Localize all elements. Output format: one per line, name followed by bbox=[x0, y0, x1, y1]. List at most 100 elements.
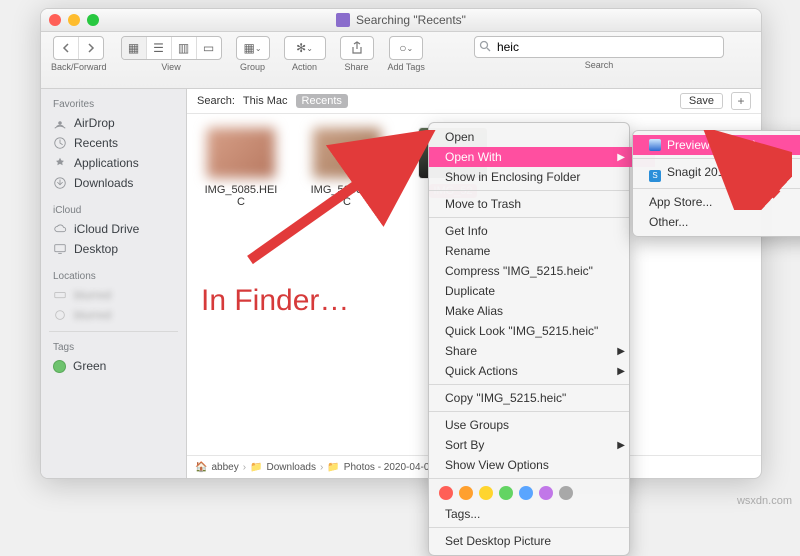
file-thumbnail bbox=[207, 128, 275, 178]
path-downloads[interactable]: Downloads bbox=[267, 462, 316, 473]
chevron-right-icon: ▶ bbox=[617, 152, 625, 163]
submenu-preview[interactable]: Preview (default) bbox=[633, 135, 800, 155]
separator bbox=[429, 190, 629, 191]
sidebar-item-recents[interactable]: Recents bbox=[41, 133, 186, 153]
menu-get-info[interactable]: Get Info bbox=[429, 221, 655, 241]
share-button[interactable] bbox=[340, 36, 374, 60]
separator bbox=[429, 527, 629, 528]
menu-share[interactable]: Share▶ bbox=[429, 341, 655, 361]
toolbar: Back/Forward ▦ ☰ ▥ ▭ View ▦⌄ Group ✻⌄ Ac… bbox=[41, 32, 761, 89]
action-group: ✻⌄ Action bbox=[284, 36, 326, 72]
menu-view-options[interactable]: Show View Options bbox=[429, 455, 655, 475]
separator bbox=[429, 411, 629, 412]
home-icon[interactable]: 🏠 bbox=[195, 462, 207, 473]
tag-color-option[interactable] bbox=[559, 486, 573, 500]
nav-group: Back/Forward bbox=[51, 36, 107, 72]
chevron-right-icon: › bbox=[243, 462, 246, 473]
scope-recents[interactable]: Recents bbox=[296, 94, 348, 108]
tag-color-option[interactable] bbox=[439, 486, 453, 500]
menu-open-with[interactable]: Open With▶ bbox=[429, 147, 655, 167]
menu-tags[interactable]: Tags... bbox=[429, 504, 655, 524]
menu-quicklook[interactable]: Quick Look "IMG_5215.heic" bbox=[429, 321, 655, 341]
folder-icon: 📁 bbox=[327, 462, 339, 473]
search-group: Search bbox=[447, 36, 751, 70]
search-input[interactable] bbox=[474, 36, 724, 58]
sidebar-item-location-1[interactable]: blurred bbox=[41, 285, 186, 305]
snagit-app-icon: S bbox=[649, 170, 661, 182]
share-group: Share bbox=[340, 36, 374, 72]
sidebar-item-applications[interactable]: Applications bbox=[41, 153, 186, 173]
group-label: Group bbox=[240, 62, 265, 72]
context-menu: Open Open With▶ Show in Enclosing Folder… bbox=[428, 122, 630, 556]
column-view-button[interactable]: ▥ bbox=[172, 37, 197, 59]
group-button[interactable]: ▦⌄ bbox=[236, 36, 270, 60]
scope-this-mac[interactable]: This Mac bbox=[243, 95, 288, 107]
menu-compress[interactable]: Compress "IMG_5215.heic" bbox=[429, 261, 655, 281]
add-criteria-button[interactable]: + bbox=[731, 92, 751, 110]
annotation-text: In Finder… bbox=[201, 284, 349, 318]
separator bbox=[429, 217, 629, 218]
forward-button[interactable] bbox=[79, 37, 103, 59]
file-name: IMG_5086.HEIC bbox=[307, 184, 387, 208]
watermark: wsxdn.com bbox=[737, 495, 792, 507]
menu-copy[interactable]: Copy "IMG_5215.heic" bbox=[429, 388, 655, 408]
tag-color-option[interactable] bbox=[519, 486, 533, 500]
window-title-text: Searching "Recents" bbox=[356, 13, 466, 27]
menu-use-groups[interactable]: Use Groups bbox=[429, 415, 655, 435]
sidebar-item-location-2[interactable]: blurred bbox=[41, 305, 186, 325]
icon-view-button[interactable]: ▦ bbox=[122, 37, 147, 59]
sidebar-item-airdrop[interactable]: AirDrop bbox=[41, 113, 186, 133]
tag-color-option[interactable] bbox=[499, 486, 513, 500]
menu-quick-actions[interactable]: Quick Actions▶ bbox=[429, 361, 655, 381]
gallery-view-button[interactable]: ▭ bbox=[197, 37, 221, 59]
sidebar-item-desktop[interactable]: Desktop bbox=[41, 239, 186, 259]
tag-color-option[interactable] bbox=[459, 486, 473, 500]
submenu-snagit[interactable]: SSnagit 2018 bbox=[633, 162, 800, 185]
menu-trash[interactable]: Move to Trash bbox=[429, 194, 655, 214]
separator bbox=[429, 384, 629, 385]
menu-show-in-folder[interactable]: Show in Enclosing Folder bbox=[429, 167, 655, 187]
desktop-label: Desktop bbox=[74, 242, 118, 256]
file-item[interactable]: IMG_5085.HEIC bbox=[201, 128, 281, 208]
sidebar-item-tag-green[interactable]: Green bbox=[41, 356, 186, 376]
submenu-other[interactable]: Other... bbox=[633, 212, 800, 232]
separator bbox=[633, 188, 800, 189]
divider bbox=[49, 331, 178, 332]
tags-button[interactable]: ○⌄ bbox=[389, 36, 423, 60]
chevron-right-icon: ▶ bbox=[617, 366, 625, 377]
sidebar-item-downloads[interactable]: Downloads bbox=[41, 173, 186, 193]
action-button[interactable]: ✻⌄ bbox=[284, 36, 326, 60]
view-buttons[interactable]: ▦ ☰ ▥ ▭ bbox=[121, 36, 222, 60]
menu-duplicate[interactable]: Duplicate bbox=[429, 281, 655, 301]
tag-color-option[interactable] bbox=[539, 486, 553, 500]
menu-rename[interactable]: Rename bbox=[429, 241, 655, 261]
file-item[interactable]: IMG_5086.HEIC bbox=[307, 128, 387, 208]
back-forward-buttons[interactable] bbox=[53, 36, 104, 60]
menu-open[interactable]: Open bbox=[429, 127, 655, 147]
menu-set-desktop[interactable]: Set Desktop Picture bbox=[429, 531, 655, 551]
tag-color-option[interactable] bbox=[479, 486, 493, 500]
submenu-app-store[interactable]: App Store... bbox=[633, 192, 800, 212]
search-label: Search: bbox=[197, 95, 235, 107]
search-label: Search bbox=[585, 60, 614, 70]
location2-label: blurred bbox=[74, 308, 111, 322]
save-search-button[interactable]: Save bbox=[680, 93, 723, 109]
view-label: View bbox=[161, 62, 180, 72]
chevron-right-icon: ▶ bbox=[617, 440, 625, 451]
sidebar-item-icloud-drive[interactable]: iCloud Drive bbox=[41, 219, 186, 239]
path-photos[interactable]: Photos - 2020-04-0 bbox=[344, 462, 430, 473]
action-label: Action bbox=[292, 62, 317, 72]
locations-heading: Locations bbox=[41, 267, 186, 285]
file-thumbnail bbox=[313, 128, 381, 178]
icloud-drive-label: iCloud Drive bbox=[74, 222, 139, 236]
list-view-button[interactable]: ☰ bbox=[147, 37, 172, 59]
window-title: Searching "Recents" bbox=[41, 13, 761, 27]
path-user[interactable]: abbey bbox=[211, 462, 238, 473]
recents-label: Recents bbox=[74, 136, 118, 150]
location1-label: blurred bbox=[74, 288, 111, 302]
menu-alias[interactable]: Make Alias bbox=[429, 301, 655, 321]
menu-sort-by[interactable]: Sort By▶ bbox=[429, 435, 655, 455]
back-button[interactable] bbox=[54, 37, 79, 59]
separator bbox=[633, 158, 800, 159]
tags-label: Add Tags bbox=[388, 62, 425, 72]
